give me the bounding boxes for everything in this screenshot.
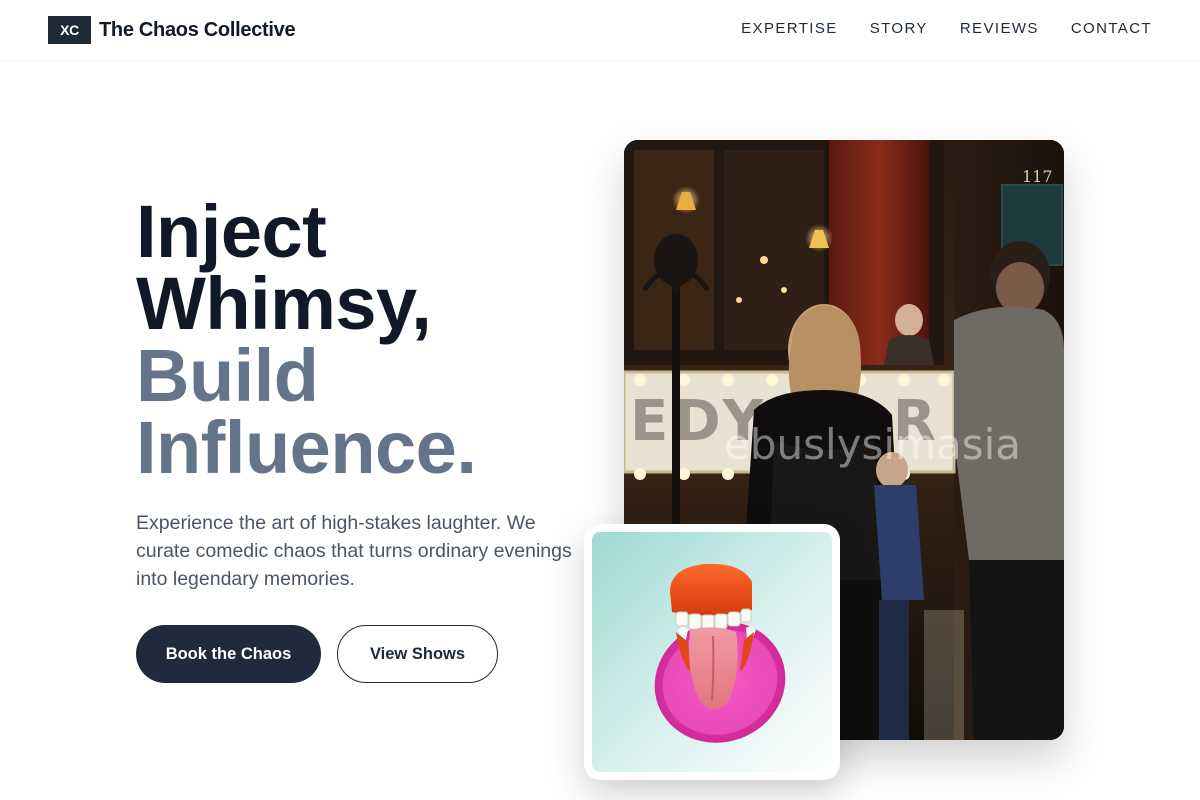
nav-link-reviews[interactable]: REVIEWS bbox=[960, 20, 1039, 37]
nav-link-story[interactable]: STORY bbox=[870, 20, 928, 37]
logo-mark: XC bbox=[48, 16, 91, 44]
view-shows-button[interactable]: View Shows bbox=[337, 625, 498, 683]
chattering-teeth-photo-card bbox=[584, 524, 840, 780]
book-the-chaos-button[interactable]: Book the Chaos bbox=[136, 625, 321, 683]
headline-line-4: Influence. bbox=[136, 406, 477, 489]
main-nav: EXPERTISE STORY REVIEWS CONTACT bbox=[741, 20, 1152, 37]
brand-name: The Chaos Collective bbox=[99, 18, 296, 41]
brand-logo[interactable]: XC The Chaos Collective bbox=[48, 16, 296, 44]
nav-link-contact[interactable]: CONTACT bbox=[1071, 20, 1152, 37]
site-header: XC The Chaos Collective EXPERTISE STORY … bbox=[0, 0, 1200, 61]
hero-headline: Inject Whimsy, Build Influence. bbox=[136, 190, 606, 489]
chattering-teeth-photo bbox=[592, 532, 832, 772]
headline-line-2: Whimsy, bbox=[136, 262, 432, 345]
door-number: 117 bbox=[1022, 167, 1053, 186]
nav-link-expertise[interactable]: EXPERTISE bbox=[741, 20, 838, 37]
hero-lead-text: Experience the art of high-stakes laught… bbox=[136, 512, 572, 590]
chattering-teeth-illustration bbox=[592, 532, 832, 772]
headline-line-1: Inject bbox=[136, 190, 327, 273]
headline-line-3: Build bbox=[136, 334, 319, 417]
